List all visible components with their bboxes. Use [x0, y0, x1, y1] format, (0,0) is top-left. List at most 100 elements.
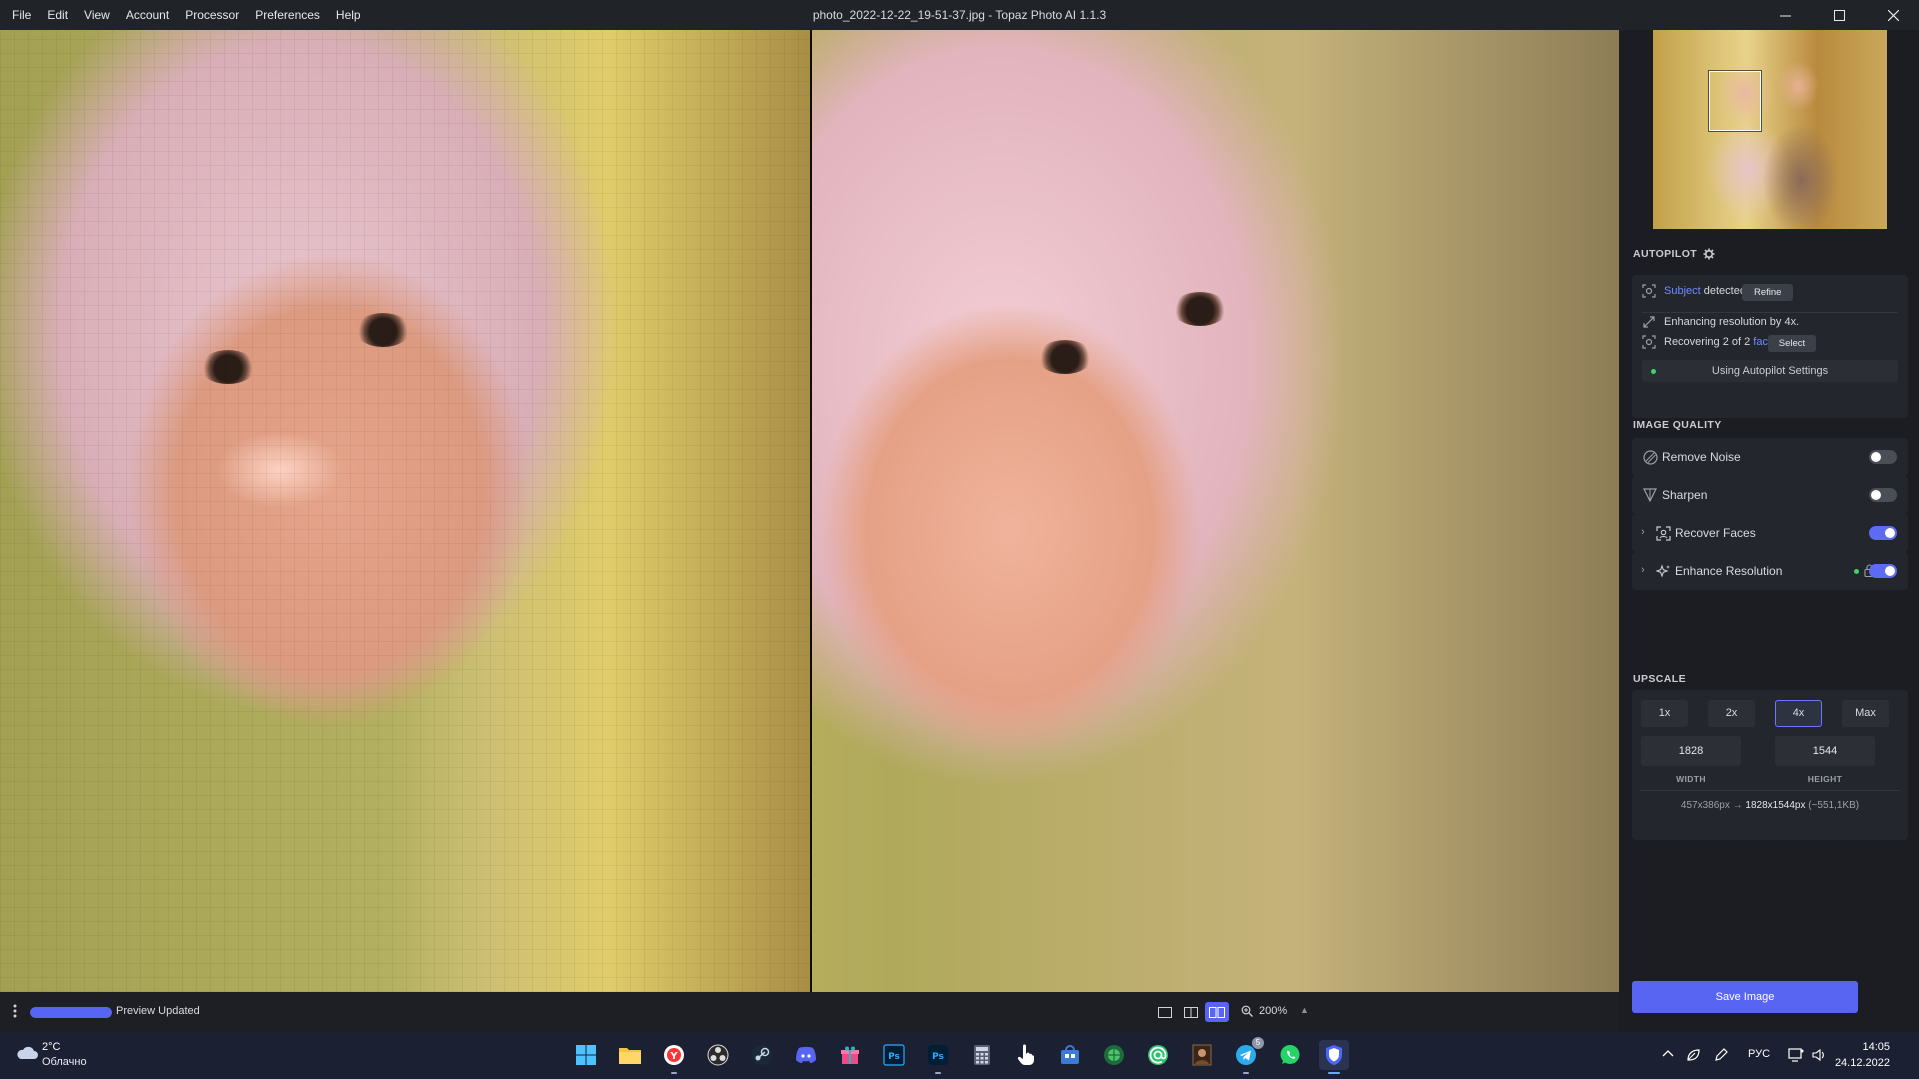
gear-icon[interactable] [1703, 248, 1715, 260]
save-image-button[interactable]: Save Image [1632, 981, 1858, 1013]
portrait-app-taskbar-button[interactable] [1187, 1040, 1217, 1070]
toggle-knob [1871, 452, 1881, 462]
height-input[interactable]: 1544 [1775, 736, 1875, 766]
portrait-icon [1192, 1044, 1212, 1066]
maximize-button[interactable] [1812, 0, 1866, 30]
topaz-photo-ai-taskbar-button[interactable] [1319, 1040, 1349, 1074]
menu-bar: File Edit View Account Processor Prefere… [0, 0, 369, 30]
running-indicator [1243, 1072, 1249, 1074]
maximize-icon [1833, 9, 1845, 21]
close-icon [1887, 9, 1899, 21]
more-options-icon[interactable] [13, 1004, 17, 1021]
store-app-taskbar-button[interactable] [1055, 1040, 1085, 1070]
autopilot-settings-button[interactable]: Using Autopilot Settings [1642, 360, 1898, 382]
menu-account[interactable]: Account [118, 0, 177, 30]
toggle-knob [1885, 528, 1895, 538]
original-image-pane[interactable] [0, 30, 810, 992]
folder-icon [619, 1048, 641, 1064]
navigator-viewbox[interactable] [1709, 71, 1761, 131]
menu-file[interactable]: File [4, 0, 39, 30]
zoom-icon[interactable] [1241, 1004, 1253, 1022]
weather-temperature[interactable]: 2°C [42, 1041, 60, 1053]
clock-date[interactable]: 24.12.2022 [1820, 1057, 1890, 1069]
weather-description[interactable]: Облачно [42, 1056, 87, 1068]
side-by-side-view-button[interactable] [1205, 1002, 1229, 1022]
zoom-menu-caret-icon[interactable]: ▲ [1300, 1005, 1309, 1015]
calculator-taskbar-button[interactable] [967, 1040, 997, 1070]
steam-taskbar-button[interactable] [747, 1040, 777, 1070]
enhance-resolution-toggle[interactable] [1869, 564, 1897, 578]
close-button[interactable] [1866, 0, 1919, 30]
scale-2x-button[interactable]: 2x [1708, 700, 1755, 727]
sharpen-icon [1642, 487, 1658, 503]
obs-taskbar-button[interactable] [703, 1040, 733, 1070]
yandex-browser-taskbar-button[interactable]: Y [659, 1040, 689, 1074]
remove-noise-toggle[interactable] [1869, 450, 1897, 464]
subject-icon [1642, 284, 1656, 298]
enhance-resolution-row[interactable]: › Enhance Resolution [1632, 552, 1908, 590]
image-viewport[interactable] [0, 30, 1619, 992]
vpn-app-taskbar-button[interactable] [1099, 1040, 1129, 1070]
upscale-divider [1640, 790, 1900, 791]
leaf-tray-icon[interactable] [1686, 1048, 1700, 1065]
whatsapp-taskbar-button[interactable] [1275, 1040, 1305, 1070]
clock-time[interactable]: 14:05 [1820, 1041, 1890, 1053]
recover-faces-row[interactable]: › Recover Faces [1632, 514, 1908, 552]
menu-view[interactable]: View [76, 0, 118, 30]
noise-icon [1642, 449, 1658, 465]
split-view-button[interactable] [1179, 1002, 1203, 1022]
single-view-button[interactable] [1153, 1002, 1177, 1022]
telegram-taskbar-button[interactable]: 5 [1231, 1037, 1264, 1074]
gift-app-taskbar-button[interactable] [835, 1040, 865, 1070]
file-explorer-taskbar-button[interactable] [615, 1040, 645, 1070]
menu-edit[interactable]: Edit [39, 0, 76, 30]
autopilot-divider [1642, 312, 1898, 313]
discord-taskbar-button[interactable] [791, 1040, 821, 1070]
zoom-level[interactable]: 200% [1259, 1005, 1287, 1017]
minimize-button[interactable] [1758, 0, 1812, 30]
status-text: Preview Updated [116, 1005, 200, 1017]
pen-tray-icon[interactable] [1714, 1048, 1728, 1065]
status-bar: Preview Updated 200% ▲ [0, 992, 1619, 1032]
scale-1x-button[interactable]: 1x [1641, 700, 1688, 727]
settings-status-dot [1651, 369, 1656, 374]
mail-app-taskbar-button[interactable] [1143, 1040, 1173, 1070]
sharpen-toggle[interactable] [1869, 488, 1897, 502]
sharpen-row[interactable]: Sharpen [1632, 476, 1908, 514]
original-left-eye [200, 350, 256, 384]
photoshop-taskbar-button[interactable]: Ps [923, 1040, 953, 1074]
recover-faces-toggle[interactable] [1869, 526, 1897, 540]
select-faces-button[interactable]: Select [1768, 335, 1816, 352]
photoshop-old-taskbar-button[interactable]: Ps [879, 1040, 909, 1070]
subject-link[interactable]: Subject [1664, 285, 1701, 297]
remove-noise-row[interactable]: Remove Noise [1632, 438, 1908, 476]
enhanced-left-eye [1037, 340, 1093, 374]
width-input[interactable]: 1828 [1641, 736, 1741, 766]
enhance-resolution-status-dot [1854, 569, 1859, 574]
windows-start-button[interactable] [571, 1040, 601, 1070]
file-size-note: (~551,1KB) [1805, 800, 1860, 811]
windows-logo-icon [576, 1045, 596, 1065]
network-icon[interactable] [1788, 1048, 1804, 1065]
menu-help[interactable]: Help [328, 0, 369, 30]
preview-progress-fill [30, 1007, 112, 1018]
scale-max-button[interactable]: Max [1842, 700, 1889, 727]
chevron-up-icon[interactable] [1662, 1048, 1674, 1060]
chevron-right-icon[interactable]: › [1641, 564, 1645, 576]
input-language[interactable]: РУС [1748, 1048, 1770, 1060]
enhanced-image-pane[interactable] [812, 30, 1619, 992]
scale-4x-button[interactable]: 4x [1775, 700, 1822, 727]
menu-processor[interactable]: Processor [177, 0, 247, 30]
pointer-app-taskbar-button[interactable] [1011, 1040, 1041, 1070]
recovering-row: Recovering 2 of 2 faces. [1642, 335, 1783, 349]
globe-shield-icon [1104, 1045, 1124, 1065]
navigator-thumbnail[interactable] [1653, 30, 1887, 229]
running-indicator [935, 1072, 941, 1074]
refine-button[interactable]: Refine [1742, 284, 1794, 301]
whatsapp-icon [1280, 1045, 1300, 1064]
photoshop-outline-icon: Ps [883, 1044, 905, 1066]
cloud-icon[interactable] [16, 1046, 38, 1065]
chevron-right-icon[interactable]: › [1641, 526, 1645, 538]
right-panel: AUTOPILOT Subject detected. Refine Enhan… [1619, 30, 1919, 1032]
menu-preferences[interactable]: Preferences [247, 0, 328, 30]
